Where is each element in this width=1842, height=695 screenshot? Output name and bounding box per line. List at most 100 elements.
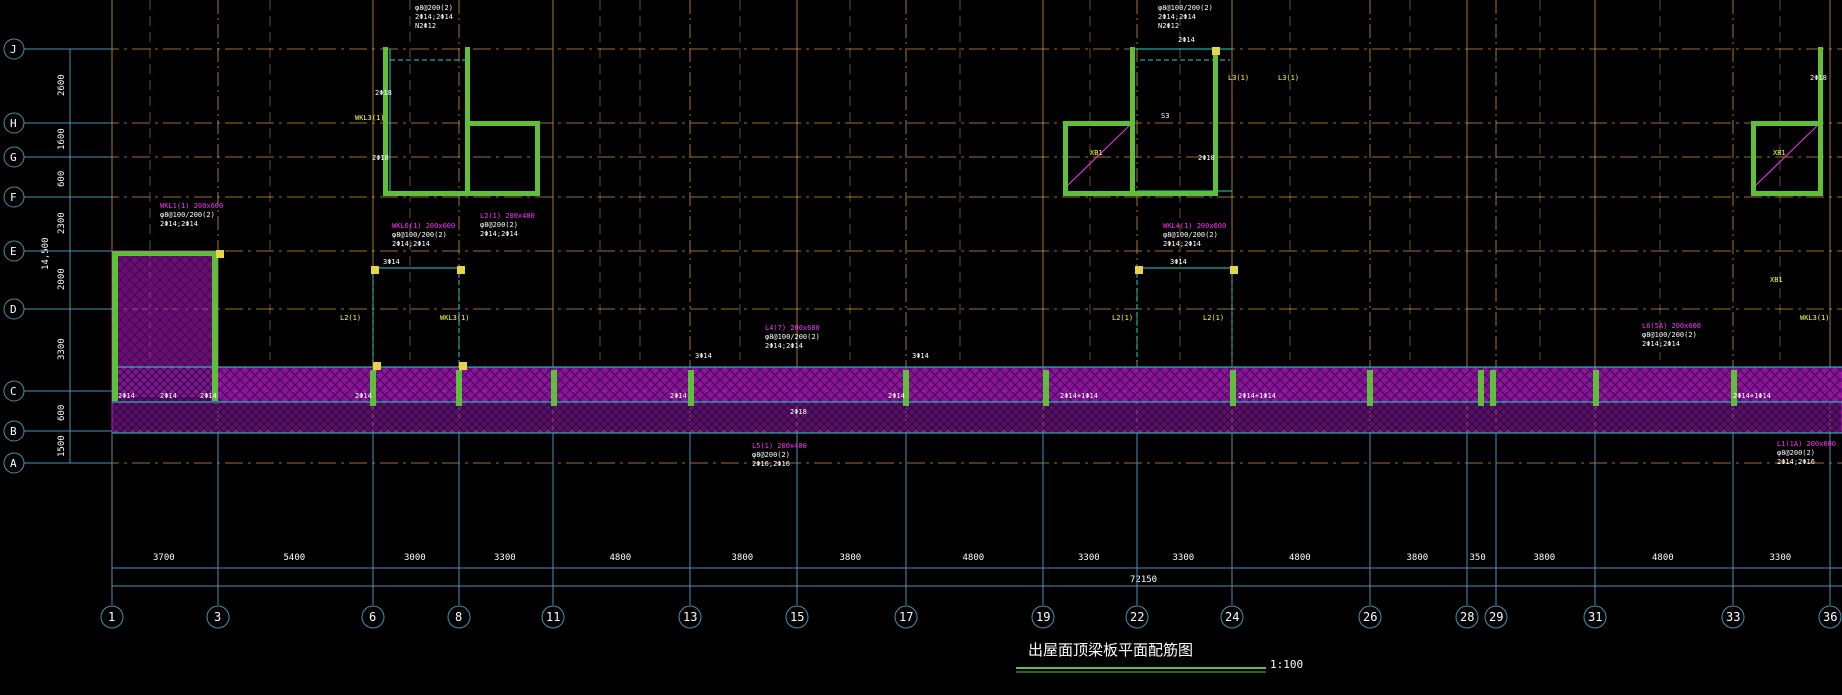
column-axis-label: 17 <box>899 610 913 624</box>
rebar-label: L2(1) <box>1203 314 1224 322</box>
rebar-label: 2Φ18 <box>1198 154 1215 162</box>
drawing-title: 出屋面顶梁板平面配筋图 <box>1028 641 1193 659</box>
column-dimension-label: 350 <box>1470 553 1486 563</box>
column-axis-label: 11 <box>546 610 560 624</box>
column-node <box>457 266 465 274</box>
beam-annotation-line: 2Φ14;2Φ14 <box>1163 240 1201 248</box>
beam-annotation-line: φ8@100/200(2) <box>160 211 215 219</box>
row-axis-label: D <box>10 303 17 316</box>
column-dimension-label: 4800 <box>610 553 632 563</box>
beam-annotation-line: WKL4(1) 200x600 <box>1163 222 1226 230</box>
beam-annotation: φ8@200(2)2Φ14;2Φ14N2Φ12 <box>415 4 453 30</box>
beam-annotation-line: 2Φ14;2Φ14 <box>392 240 430 248</box>
rebar-label: 2Φ14+1Φ14 <box>1733 392 1771 400</box>
row-dimension-label: 1600 <box>57 128 67 150</box>
column-dimension-label: 3800 <box>1407 553 1429 563</box>
beam-annotation-line: φ8@200(2) <box>1777 449 1815 457</box>
wall-segment <box>1490 370 1496 406</box>
beam-annotation: L2(1) 200x400φ8@200(2)2Φ14;2Φ14 <box>480 212 535 238</box>
wall-segment <box>112 251 118 401</box>
row-dimension-label: 600 <box>57 405 67 421</box>
beam-annotation-line: L5(1) 200x400 <box>752 442 807 450</box>
rebar-label: WKL3(1) <box>440 314 470 322</box>
beam-annotation: L6(5A) 200x600φ8@100/200(2)2Φ14;2Φ14 <box>1642 322 1701 348</box>
wall-segment <box>1751 121 1823 126</box>
column-axis-label: 19 <box>1036 610 1050 624</box>
beam-annotation-line: φ8@200(2) <box>480 221 518 229</box>
column-node <box>216 250 224 258</box>
column-dimension-label: 3800 <box>1534 553 1556 563</box>
column-dimension-label: 4800 <box>963 553 985 563</box>
column-axis-label: 24 <box>1225 610 1239 624</box>
wall-segment <box>903 370 909 406</box>
rebar-label: L3(1) <box>1278 74 1299 82</box>
rebar-label: 2Φ14 <box>355 392 372 400</box>
rebar-label: 2Φ14 <box>200 392 217 400</box>
axis-bubbles: JHGFEDCBA1 3 6 8 11 13 15 17 19 22 24 26 28 29 31 33 36 <box>3 38 1842 629</box>
column-axis-label: 6 <box>369 610 376 624</box>
column-axis-label: 33 <box>1726 610 1740 624</box>
beam-annotation-line: N2Φ12 <box>415 22 436 30</box>
column-node <box>459 362 467 370</box>
beam-annotation-line: 2Φ14;2Φ16 <box>1777 458 1815 466</box>
column-node <box>1230 266 1238 274</box>
beam-annotation: WKL4(1) 200x600φ8@100/200(2)2Φ14;2Φ14 <box>1163 222 1226 248</box>
rebar-label: 2Φ18 <box>1810 74 1827 82</box>
beam-annotation-line: φ8@200(2) <box>415 4 453 12</box>
rebar-label: XB1 <box>1090 149 1103 157</box>
beam-annotation-line: φ8@100/200(2) <box>1158 4 1213 12</box>
rebar-label: XB1 <box>1770 276 1783 284</box>
column-node <box>1135 266 1143 274</box>
beam-annotation: L1(1A) 200x600φ8@200(2)2Φ14;2Φ16 <box>1777 440 1836 466</box>
column-axis-label: 26 <box>1363 610 1377 624</box>
column-node <box>373 362 381 370</box>
column-dimension-label: 3800 <box>840 553 862 563</box>
row-axis-label: E <box>10 245 17 258</box>
beam-annotation: L4(7) 200x600φ8@100/200(2)2Φ14;2Φ14 <box>765 324 820 350</box>
wall-segment <box>1063 121 1135 126</box>
rebar-label: 2Φ18 <box>372 154 389 162</box>
row-dimension-label: 2000 <box>57 268 67 290</box>
beam-annotation-line: 2Φ14;2Φ14 <box>415 13 453 21</box>
beam-annotation: L5(1) 200x400φ8@200(2)2Φ16;2Φ16 <box>752 442 807 468</box>
wall-segment <box>1063 121 1068 196</box>
row-dimension-label: 1500 <box>57 435 67 457</box>
beam-annotation-line: φ8@100/200(2) <box>1642 331 1697 339</box>
wall-segment <box>1478 370 1484 406</box>
rebar-label: 3Φ14 <box>695 352 712 360</box>
row-axis-label: B <box>10 425 17 438</box>
beam-annotation-line: L1(1A) 200x600 <box>1777 440 1836 448</box>
beam-annotation-line: L2(1) 200x400 <box>480 212 535 220</box>
drawing-canvas[interactable]: 2600 1600 600 2300 2000 3300 600 1500 14,500 3700… <box>0 0 1842 690</box>
column-dimension-label: 3300 <box>1770 553 1792 563</box>
beam-annotation-line: N2Φ12 <box>1158 22 1179 30</box>
beam-annotation-line: L4(7) 200x600 <box>765 324 820 332</box>
wall-segment <box>1593 370 1599 406</box>
rebar-label: 3Φ14 <box>912 352 929 360</box>
column-axis-label: 8 <box>455 610 462 624</box>
column-axis-label: 36 <box>1823 610 1837 624</box>
beam-annotation-line: 2Φ14;2Φ14 <box>1158 13 1196 21</box>
column-axis-label: 3 <box>214 610 221 624</box>
beam-annotation-line: φ8@100/200(2) <box>392 231 447 239</box>
rebar-label: L2(1) <box>1112 314 1133 322</box>
wall-segment <box>1213 47 1218 195</box>
column-dimension-label: 3300 <box>1173 553 1195 563</box>
column-node <box>1212 47 1220 55</box>
row-axis-label: G <box>10 151 17 164</box>
wall-segment <box>370 370 376 406</box>
beam-annotation: WKL1(1) 200x600φ8@100/200(2)2Φ14;2Φ14 <box>160 202 223 228</box>
rebar-label: 3Φ14 <box>383 258 400 266</box>
beam-annotation-line: φ8@100/200(2) <box>1163 231 1218 239</box>
wall-segment <box>456 370 462 406</box>
row-total-label: 14,500 <box>41 237 51 270</box>
structural-columns <box>112 47 1823 406</box>
column-axis-label: 31 <box>1588 610 1602 624</box>
wall-segment <box>551 370 557 406</box>
beam-annotation-line: 2Φ14;2Φ14 <box>160 220 198 228</box>
wall-segment <box>1130 191 1218 196</box>
beam-annotation-line: WKL6(1) 200x600 <box>392 222 455 230</box>
column-total-label: 72150 <box>1130 575 1157 585</box>
wall-segment <box>1230 370 1236 406</box>
rebar-label: 2Φ14+1Φ14 <box>1060 392 1098 400</box>
